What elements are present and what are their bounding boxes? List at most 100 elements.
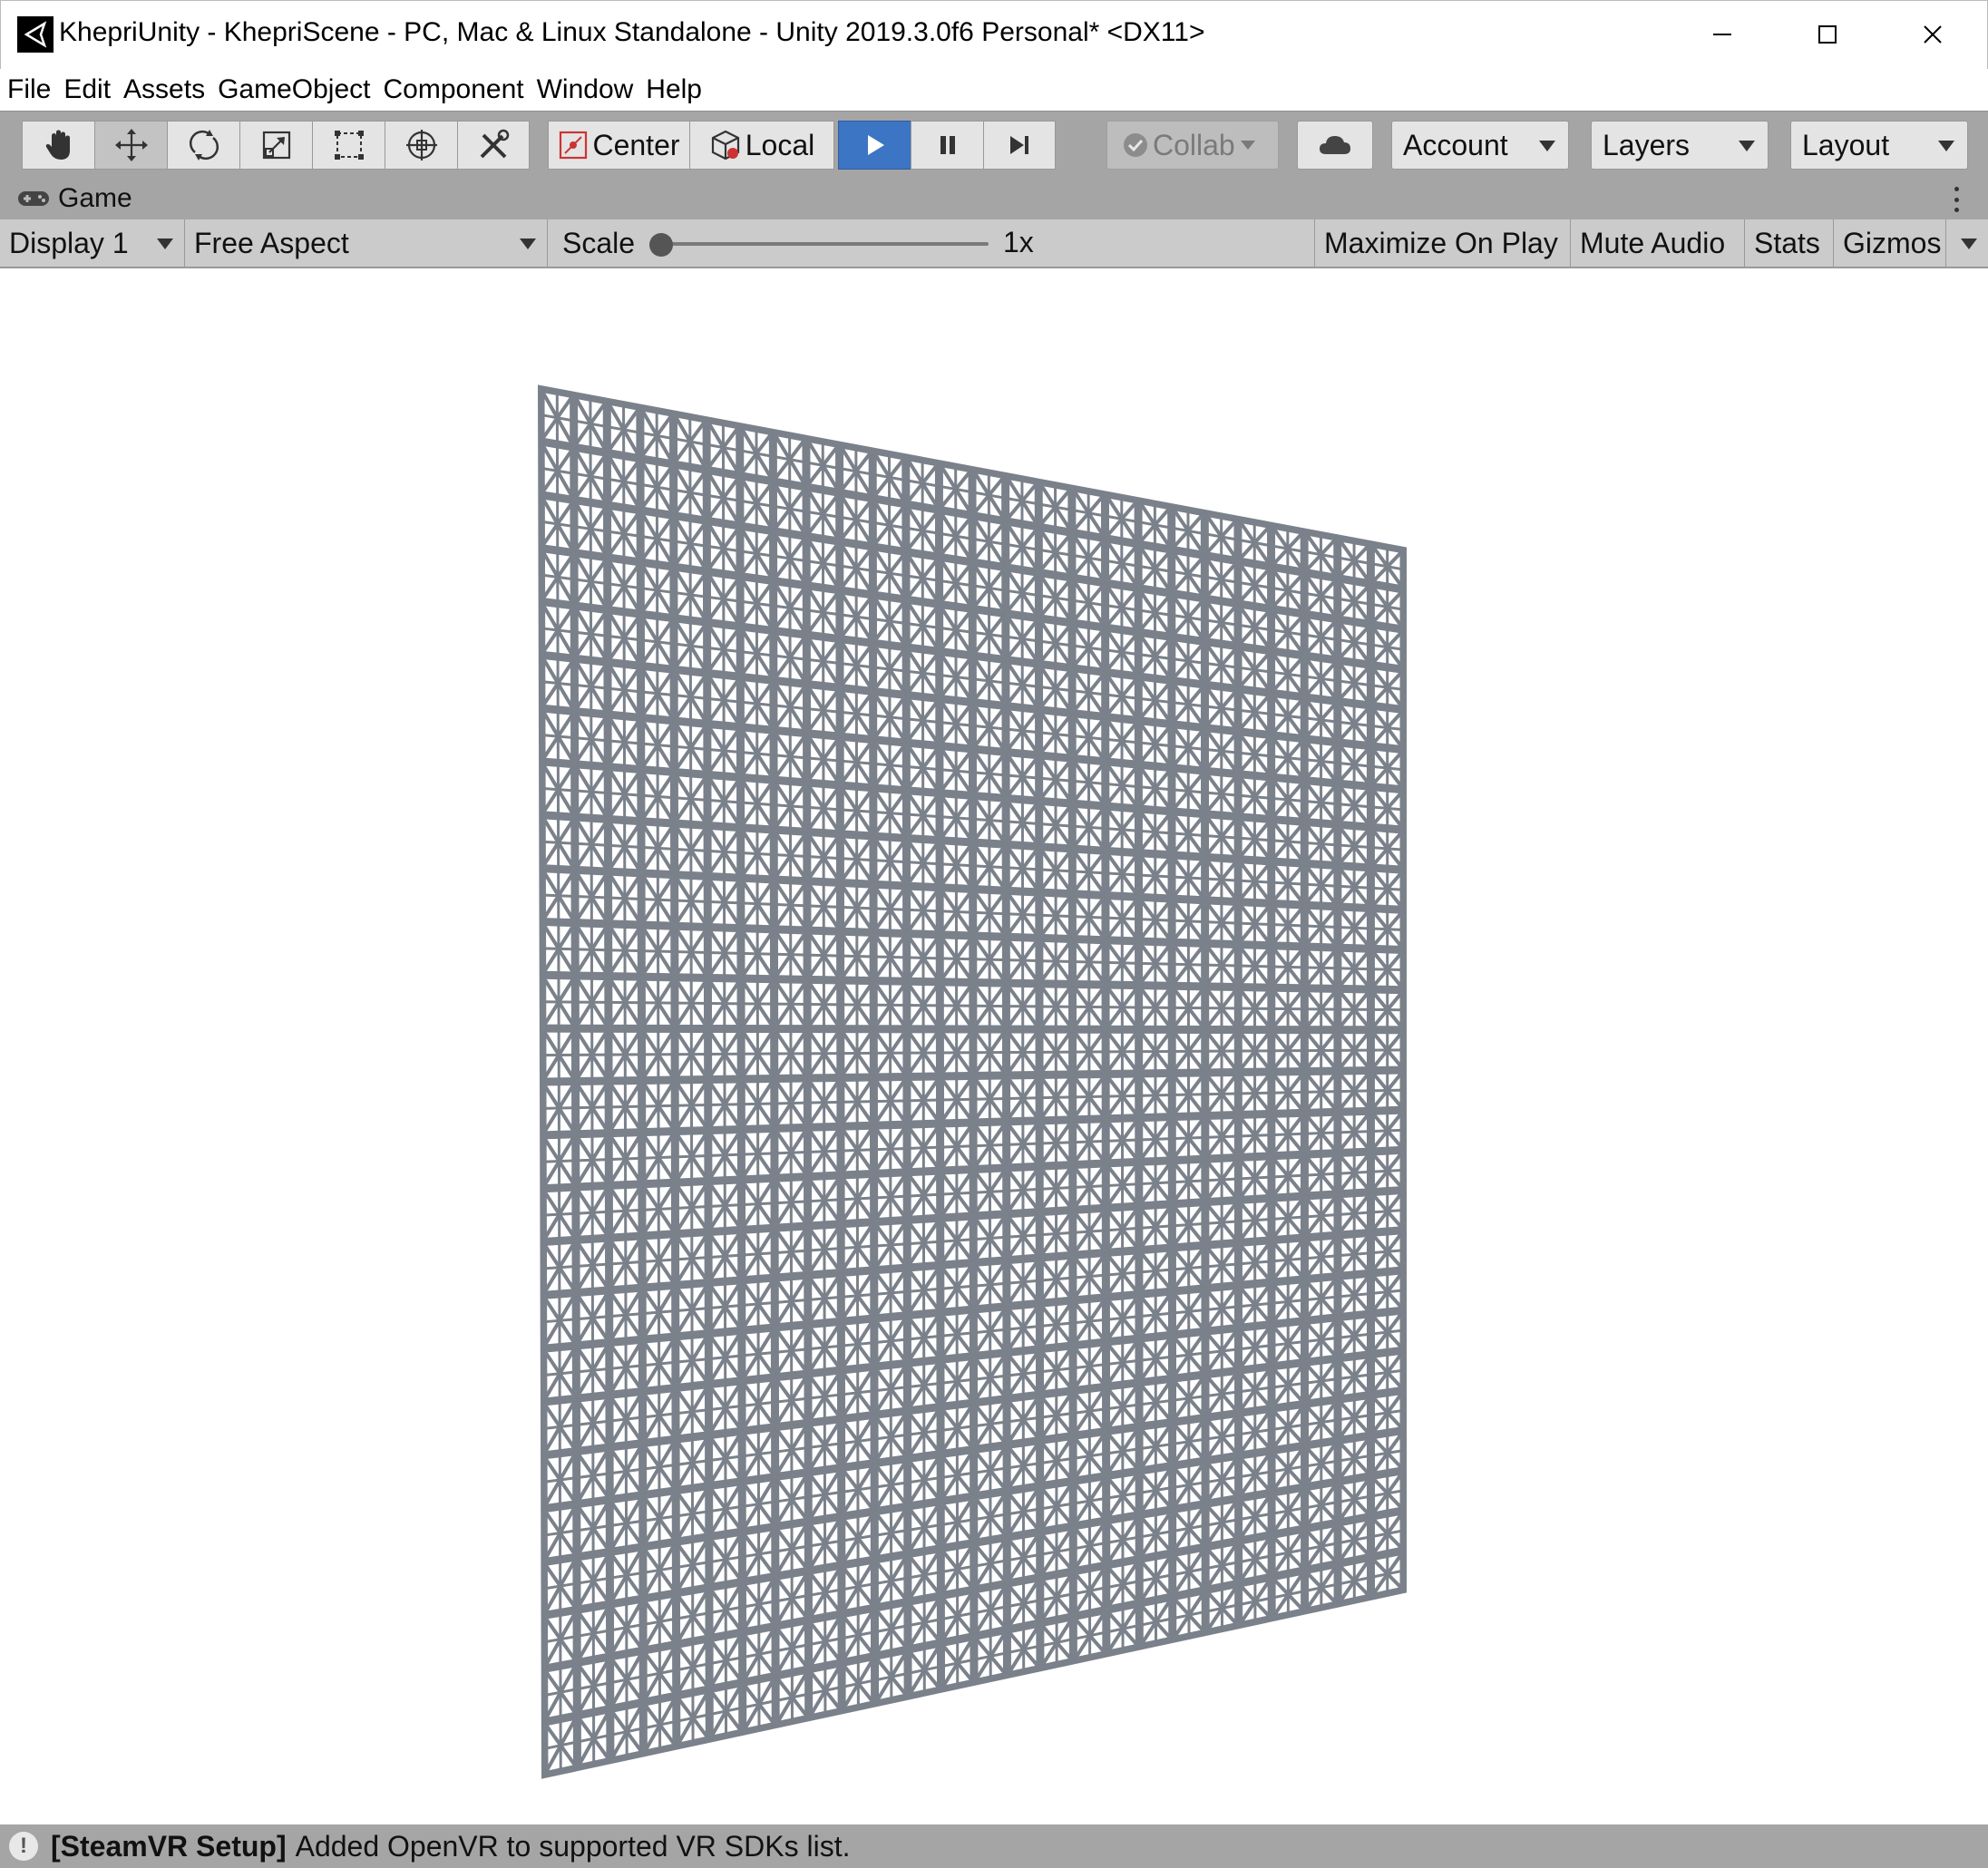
game-tab-bar: Game bbox=[0, 178, 1988, 219]
lattice-bar bbox=[872, 859, 909, 864]
lattice-bar bbox=[939, 1284, 975, 1290]
rect-tool-icon bbox=[334, 131, 364, 160]
lattice-bar bbox=[838, 905, 875, 910]
lattice-bar bbox=[1270, 754, 1306, 762]
stats-toggle[interactable]: Stats bbox=[1745, 219, 1834, 267]
pivot-local-button[interactable]: Local bbox=[689, 121, 834, 170]
scale-slider-thumb[interactable] bbox=[649, 233, 673, 257]
menu-gameobject[interactable]: GameObject bbox=[218, 74, 370, 105]
lattice-bar bbox=[1171, 1351, 1207, 1358]
lattice-bar bbox=[1236, 1133, 1273, 1138]
lattice-bar bbox=[805, 805, 842, 812]
lattice-bar bbox=[740, 1202, 776, 1207]
lattice-bar bbox=[1136, 829, 1174, 835]
gamepad-icon bbox=[18, 191, 49, 206]
lattice-bar bbox=[1104, 871, 1140, 877]
lattice-bar bbox=[639, 793, 676, 800]
pause-button[interactable] bbox=[911, 121, 983, 170]
lattice-bar bbox=[707, 1203, 744, 1209]
account-dropdown[interactable]: Account bbox=[1391, 121, 1569, 170]
lattice-bar bbox=[971, 1328, 1009, 1335]
lattice-bar bbox=[939, 1191, 975, 1196]
transform-tool-button[interactable] bbox=[385, 121, 457, 170]
more-options-icon[interactable] bbox=[1950, 187, 1963, 212]
lattice-bar bbox=[673, 1104, 710, 1107]
pivot-center-button[interactable]: Center bbox=[548, 121, 689, 170]
status-bar[interactable]: ! [SteamVR Setup] Added OpenVR to suppor… bbox=[0, 1824, 1988, 1868]
lattice-bar bbox=[1204, 1177, 1240, 1182]
custom-tool-button[interactable] bbox=[457, 121, 530, 170]
mute-audio-toggle[interactable]: Mute Audio bbox=[1571, 219, 1745, 267]
tab-game[interactable]: Game bbox=[16, 181, 132, 216]
menu-edit[interactable]: Edit bbox=[63, 74, 111, 105]
lattice-bar bbox=[1137, 961, 1174, 966]
menu-help[interactable]: Help bbox=[646, 74, 702, 105]
rotate-tool-button[interactable] bbox=[167, 121, 239, 170]
menu-assets[interactable]: Assets bbox=[123, 74, 205, 105]
scale-slider-track[interactable] bbox=[653, 242, 989, 246]
lattice-bar bbox=[674, 1256, 710, 1261]
gizmos-toggle[interactable]: Gizmos bbox=[1834, 219, 1946, 267]
maximize-button[interactable] bbox=[1775, 1, 1880, 68]
scale-tool-button[interactable] bbox=[239, 121, 312, 170]
move-tool-button[interactable] bbox=[94, 121, 167, 170]
gizmos-dropdown[interactable] bbox=[1946, 219, 1988, 267]
lattice-bar bbox=[1302, 924, 1340, 929]
lattice-bar bbox=[573, 736, 609, 743]
menu-component[interactable]: Component bbox=[383, 74, 523, 105]
layout-dropdown[interactable]: Layout bbox=[1790, 121, 1968, 170]
lattice-bar bbox=[1005, 1096, 1041, 1100]
lattice-bar bbox=[1070, 870, 1107, 875]
chevron-down-icon bbox=[1539, 141, 1555, 151]
lattice-bar bbox=[1170, 1308, 1207, 1315]
lattice-bar bbox=[839, 1244, 876, 1250]
maximize-on-play-toggle[interactable]: Maximize On Play bbox=[1315, 219, 1571, 267]
lattice-bar bbox=[1302, 841, 1340, 847]
lattice-bar bbox=[872, 666, 908, 673]
lattice-bar bbox=[971, 864, 1008, 870]
hand-tool-button[interactable] bbox=[22, 121, 94, 170]
menu-window[interactable]: Window bbox=[537, 74, 634, 105]
cloud-services-button[interactable] bbox=[1297, 121, 1373, 170]
menu-file[interactable]: File bbox=[7, 74, 51, 105]
lattice-bar bbox=[805, 904, 842, 909]
lattice-bar bbox=[706, 646, 742, 654]
hand-tool-icon bbox=[45, 130, 70, 160]
lattice-panel-render bbox=[537, 384, 1407, 1779]
lattice-bar bbox=[707, 1304, 744, 1310]
lattice-bar bbox=[1204, 1134, 1240, 1139]
lattice-bar bbox=[1038, 685, 1074, 693]
lattice-bar bbox=[1302, 1295, 1340, 1302]
play-button[interactable] bbox=[838, 121, 911, 170]
game-viewport[interactable] bbox=[0, 268, 1988, 1824]
layers-dropdown[interactable]: Layers bbox=[1591, 121, 1769, 170]
lattice-bar bbox=[773, 1347, 810, 1354]
lattice-bar bbox=[972, 1374, 1009, 1381]
display-dropdown[interactable]: Display 1 bbox=[0, 219, 185, 267]
lattice-bar bbox=[1104, 737, 1140, 744]
lattice-bar bbox=[970, 677, 1008, 685]
lattice-bar bbox=[1071, 1229, 1107, 1234]
lattice-bar bbox=[840, 1389, 876, 1396]
aspect-dropdown[interactable]: Free Aspect bbox=[185, 219, 548, 267]
minimize-button[interactable] bbox=[1670, 1, 1775, 68]
lattice-bar bbox=[1136, 696, 1174, 705]
lattice-bar bbox=[839, 1148, 876, 1153]
lattice-bar bbox=[739, 951, 775, 956]
mute-audio-label: Mute Audio bbox=[1580, 226, 1726, 259]
rect-tool-button[interactable] bbox=[312, 121, 385, 170]
step-button[interactable] bbox=[983, 121, 1056, 170]
lattice-bar bbox=[738, 650, 775, 657]
lattice-bar bbox=[1236, 921, 1273, 927]
chevron-down-icon bbox=[520, 238, 536, 249]
lattice-bar bbox=[1038, 868, 1074, 873]
collab-button[interactable]: Collab bbox=[1106, 121, 1279, 170]
lattice-bar bbox=[639, 949, 677, 954]
lattice-bar bbox=[774, 1396, 810, 1404]
lattice-bar bbox=[1104, 782, 1140, 789]
window-title: KhepriUnity - KhepriScene - PC, Mac & Li… bbox=[59, 17, 1205, 47]
lattice-bar bbox=[1070, 959, 1107, 964]
lattice-bar bbox=[1336, 1211, 1372, 1216]
lattice-bar bbox=[1038, 822, 1074, 828]
close-button[interactable] bbox=[1880, 1, 1985, 68]
